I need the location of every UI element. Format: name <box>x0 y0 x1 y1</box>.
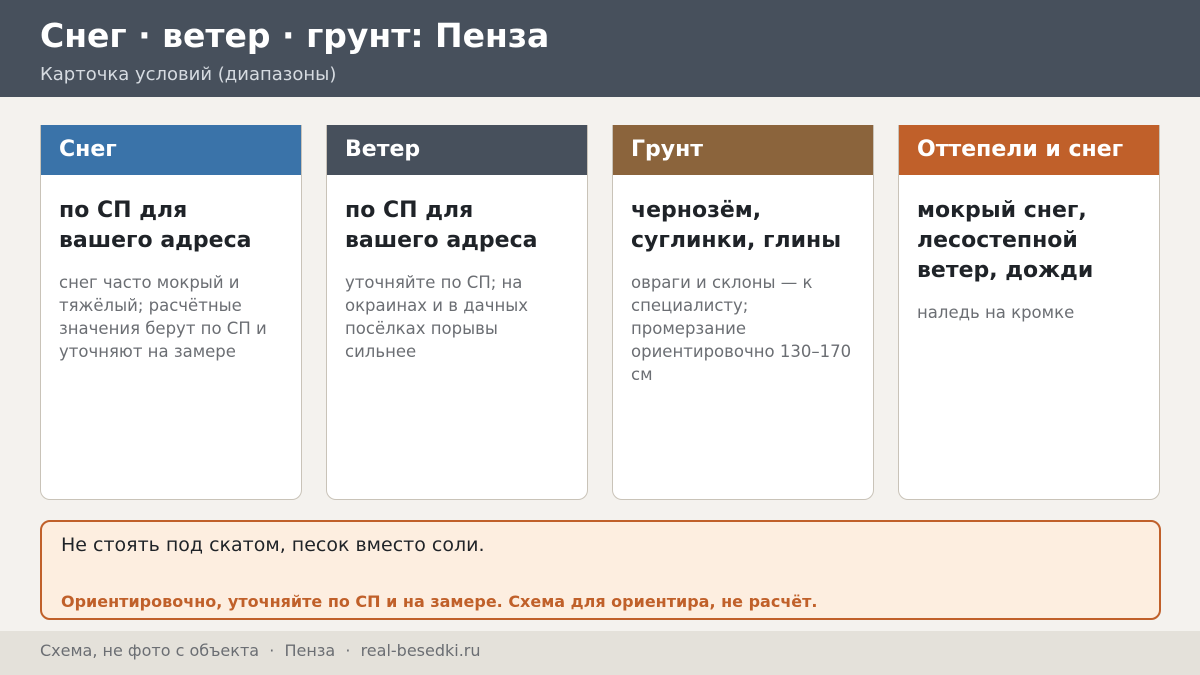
card-soil: Грунт чернозём, суглинки, глины овраги и… <box>612 125 874 500</box>
card-soil-note: овраги и склоны — к специалисту; промерз… <box>631 273 852 384</box>
card-soil-main: чернозём, суглинки, глины <box>631 198 842 253</box>
card-wind-title: Ветер <box>327 125 587 175</box>
page-footer: Схема, не фото с объекта · Пенза · real-… <box>0 631 1200 675</box>
card-thaw: Оттепели и снег мокрый снег, лесостепной… <box>898 125 1160 500</box>
card-snow-note: снег часто мокрый и тяжёлый; расчётные з… <box>59 273 267 361</box>
card-snow-title: Снег <box>41 125 301 175</box>
card-thaw-note: наледь на кромке <box>917 303 1075 322</box>
page-title: Снег · ветер · грунт: Пенза <box>40 16 550 55</box>
card-wind: Ветер по СП для вашего адреса уточняйте … <box>326 125 588 500</box>
card-snow-main: по СП для вашего адреса <box>59 198 252 253</box>
card-soil-title: Грунт <box>613 125 873 175</box>
page-subtitle: Карточка условий (диапазоны) <box>40 64 337 85</box>
notice-warning: Ориентировочно, уточняйте по СП и на зам… <box>61 592 818 611</box>
page-header: Снег · ветер · грунт: Пенза Карточка усл… <box>0 0 1200 97</box>
card-wind-main: по СП для вашего адреса <box>345 198 538 253</box>
card-thaw-main: мокрый снег, лесостепной ветер, дожди <box>917 198 1094 283</box>
notice-box: Не стоять под скатом, песок вместо соли.… <box>40 520 1161 620</box>
card-snow: Снег по СП для вашего адреса снег часто … <box>40 125 302 500</box>
card-wind-note: уточняйте по СП; на окраинах и в дачных … <box>345 273 529 361</box>
card-thaw-title: Оттепели и снег <box>899 125 1159 175</box>
notice-text: Не стоять под скатом, песок вместо соли. <box>61 534 485 556</box>
footer-text: Схема, не фото с объекта · Пенза · real-… <box>40 641 481 660</box>
